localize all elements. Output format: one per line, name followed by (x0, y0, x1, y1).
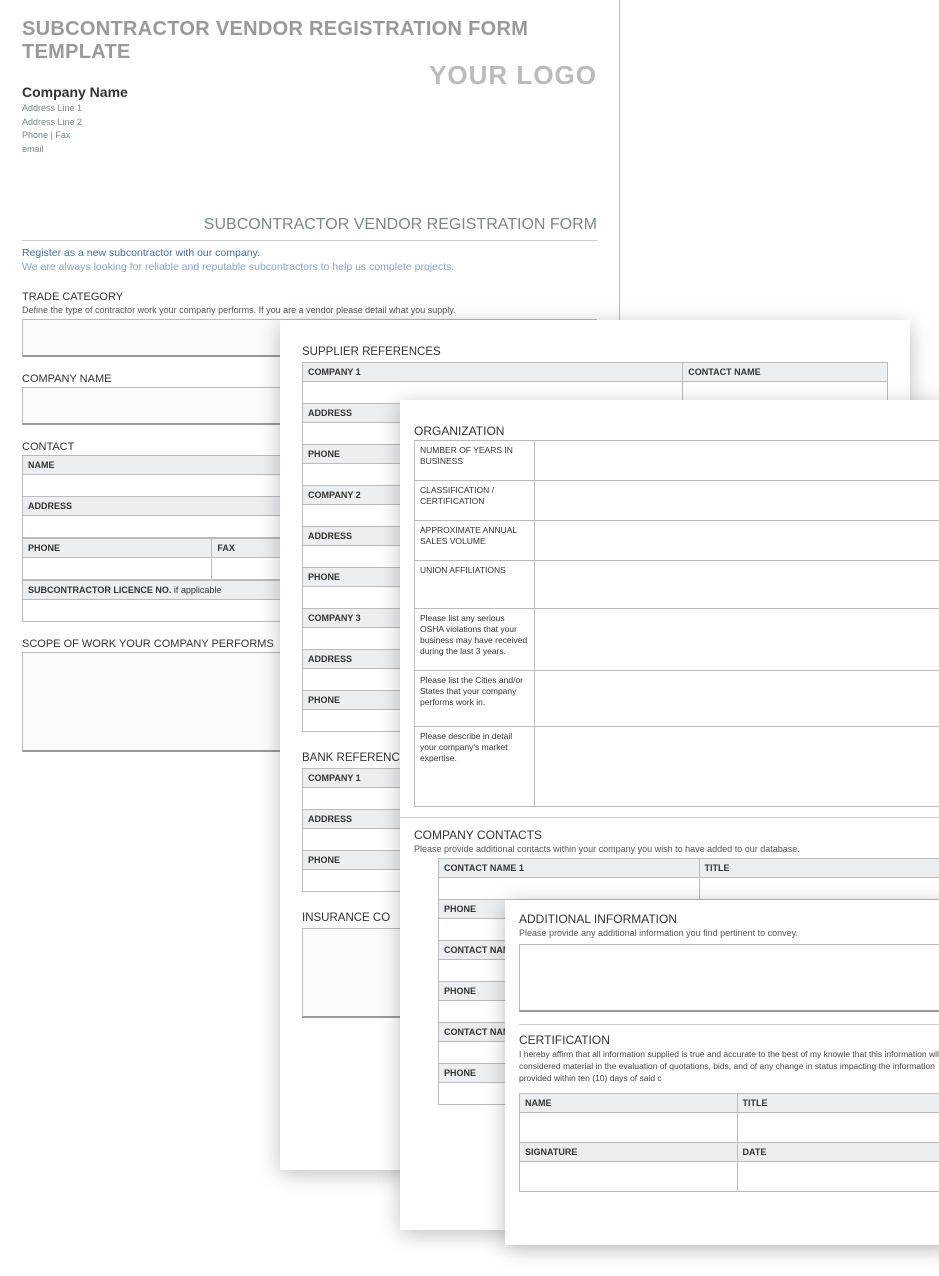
contact-name1-input[interactable] (439, 878, 700, 900)
contact-name-header: CONTACT NAME (683, 363, 888, 382)
cert-signature-input[interactable] (520, 1161, 738, 1191)
cert-signature-header: SIGNATURE (520, 1142, 738, 1161)
contacts-title: COMPANY CONTACTS (414, 828, 939, 842)
intro-line-2: We are always looking for reliable and r… (22, 261, 597, 273)
supplier-refs-title: SUPPLIER REFERENCES (302, 346, 888, 358)
org-union-label: UNION AFFILIATIONS (415, 561, 535, 609)
form-page-4: ADDITIONAL INFORMATION Please provide an… (505, 900, 939, 1245)
cert-title2-header: TITLE (737, 1093, 939, 1112)
org-cities-label: Please list the Cities and/or States tha… (415, 671, 535, 727)
org-class-label: CLASSIFICATION / CERTIFICATION (415, 481, 535, 521)
contact-title-header: TITLE (699, 859, 939, 878)
cert-name-input[interactable] (520, 1112, 738, 1142)
divider (22, 240, 597, 241)
cert-date-header: DATE (737, 1142, 939, 1161)
trade-category-label: TRADE CATEGORY (22, 291, 597, 303)
main-title: SUBCONTRACTOR VENDOR REGISTRATION FORM T… (22, 18, 597, 64)
phone-fax: Phone | Fax (22, 129, 597, 143)
divider (400, 817, 939, 818)
cert-name-header: NAME (520, 1093, 738, 1112)
address-line-2: Address Line 2 (22, 116, 597, 130)
additional-sub: Please provide any additional informatio… (519, 928, 939, 938)
address-line-1: Address Line 1 (22, 102, 597, 116)
org-title: ORGANIZATION (414, 424, 939, 438)
org-volume-input[interactable] (535, 521, 939, 561)
contacts-sub: Please provide additional contacts withi… (414, 844, 939, 854)
org-cities-input[interactable] (535, 671, 939, 727)
org-expertise-input[interactable] (535, 727, 939, 807)
logo-placeholder: YOUR LOGO (429, 60, 597, 91)
phone-input[interactable] (23, 558, 212, 580)
org-expertise-label: Please describe in detail your company's… (415, 727, 535, 807)
contact-name1-header: CONTACT NAME 1 (439, 859, 700, 878)
cert-text: I hereby affirm that all information sup… (519, 1049, 939, 1085)
org-years-label: NUMBER OF YEARS IN BUSINESS (415, 441, 535, 481)
org-table: NUMBER OF YEARS IN BUSINESS CLASSIFICATI… (414, 440, 939, 807)
org-volume-label: APPROXIMATE ANNUAL SALES VOLUME (415, 521, 535, 561)
trade-category-sub: Define the type of contractor work your … (22, 305, 597, 315)
cert-table: NAMETITLE SIGNATUREDATE (519, 1093, 939, 1192)
form-title: SUBCONTRACTOR VENDOR REGISTRATION FORM (22, 216, 597, 238)
org-years-input[interactable] (535, 441, 939, 481)
org-osha-input[interactable] (535, 609, 939, 671)
company1-header: COMPANY 1 (303, 363, 683, 382)
contact-title1-input[interactable] (699, 878, 939, 900)
email: email (22, 143, 597, 157)
intro-line-1: Register as a new subcontractor with our… (22, 247, 597, 259)
divider (519, 1024, 939, 1025)
additional-input[interactable] (519, 944, 939, 1012)
additional-title: ADDITIONAL INFORMATION (519, 912, 939, 926)
cert-title-input[interactable] (737, 1112, 939, 1142)
cert-date-input[interactable] (737, 1161, 939, 1191)
org-class-input[interactable] (535, 481, 939, 521)
cert-title: CERTIFICATION (519, 1033, 939, 1047)
phone-header: PHONE (23, 539, 212, 558)
org-union-input[interactable] (535, 561, 939, 609)
org-osha-label: Please list any serious OSHA violations … (415, 609, 535, 671)
